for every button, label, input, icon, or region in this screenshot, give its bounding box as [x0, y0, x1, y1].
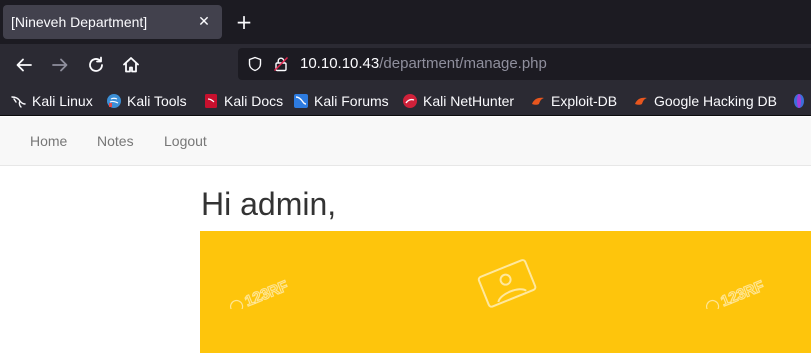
bookmark-overflow[interactable]: [791, 91, 811, 111]
kali-tools-icon: [106, 93, 122, 109]
nav-link-notes[interactable]: Notes: [97, 133, 134, 149]
bookmark-kali-tools[interactable]: Kali Tools: [106, 91, 187, 111]
watermark-logo: 123RF: [229, 277, 291, 309]
kali-docs-icon: [203, 93, 219, 109]
site-navbar: Home Notes Logout: [0, 117, 811, 166]
back-arrow-icon: [16, 58, 32, 72]
greeting-heading: Hi admin,: [201, 186, 337, 222]
back-button[interactable]: [12, 53, 36, 77]
bookmark-label: Kali Docs: [224, 93, 284, 109]
close-tab-icon[interactable]: ✕: [193, 11, 215, 33]
exploit-db-icon: [530, 93, 546, 109]
bookmark-kali-forums[interactable]: Kali Forums: [293, 91, 389, 111]
new-tab-button[interactable]: +: [233, 11, 255, 33]
bookmark-label: Kali NetHunter: [423, 93, 515, 109]
url-host: 10.10.10.43: [300, 55, 380, 72]
watermark-logo: [477, 259, 537, 308]
watermark-text: 123RF: [242, 278, 290, 309]
tab-strip: [Nineveh Department] ✕ +: [0, 0, 811, 44]
bookmark-label: Exploit-DB: [551, 93, 618, 109]
bookmark-google-hacking-db[interactable]: Google Hacking DB: [633, 91, 777, 111]
url-text[interactable]: 10.10.10.43/department/manage.php: [300, 55, 547, 72]
nethunter-icon: [402, 93, 418, 109]
bookmark-label: Kali Linux: [32, 93, 93, 109]
navigation-toolbar: 10.10.10.43/department/manage.php: [0, 44, 811, 85]
tracking-protection-shield-icon[interactable]: [247, 56, 263, 72]
bookmarks-toolbar: Kali Linux Kali Tools Kali Docs Kali For…: [0, 85, 811, 116]
bookmark-kali-docs[interactable]: Kali Docs: [203, 91, 283, 111]
home-button[interactable]: [119, 53, 143, 77]
browser-tab[interactable]: [Nineveh Department] ✕: [3, 5, 222, 39]
forward-arrow-icon: [52, 58, 68, 72]
bookmark-label: Kali Forums: [314, 93, 389, 109]
url-path: /department/manage.php: [379, 55, 547, 72]
watermark-text: 123RF: [718, 278, 766, 309]
home-icon: [123, 57, 139, 73]
tab-title: [Nineveh Department]: [11, 14, 148, 30]
bookmark-kali-nethunter[interactable]: Kali NetHunter: [402, 91, 514, 111]
ghdb-icon: [633, 93, 649, 109]
nav-link-home[interactable]: Home: [30, 133, 67, 149]
forward-button[interactable]: [48, 53, 72, 77]
reload-icon: [89, 56, 103, 72]
bookmark-kali-linux[interactable]: Kali Linux: [11, 91, 93, 111]
bookmark-exploit-db[interactable]: Exploit-DB: [530, 91, 617, 111]
extra-bookmark-icon: [791, 93, 807, 109]
kali-forums-icon: [293, 93, 309, 109]
bookmark-label: Google Hacking DB: [654, 93, 777, 109]
banner-image: 123RF 123RF: [200, 231, 811, 353]
nav-link-logout[interactable]: Logout: [164, 133, 207, 149]
address-bar[interactable]: 10.10.10.43/department/manage.php: [238, 48, 811, 80]
kali-dragon-icon: [11, 93, 27, 109]
bookmark-label: Kali Tools: [127, 93, 187, 109]
reload-button[interactable]: [84, 53, 108, 77]
watermark-logo: 123RF: [705, 277, 767, 309]
insecure-lock-icon[interactable]: [273, 56, 289, 72]
